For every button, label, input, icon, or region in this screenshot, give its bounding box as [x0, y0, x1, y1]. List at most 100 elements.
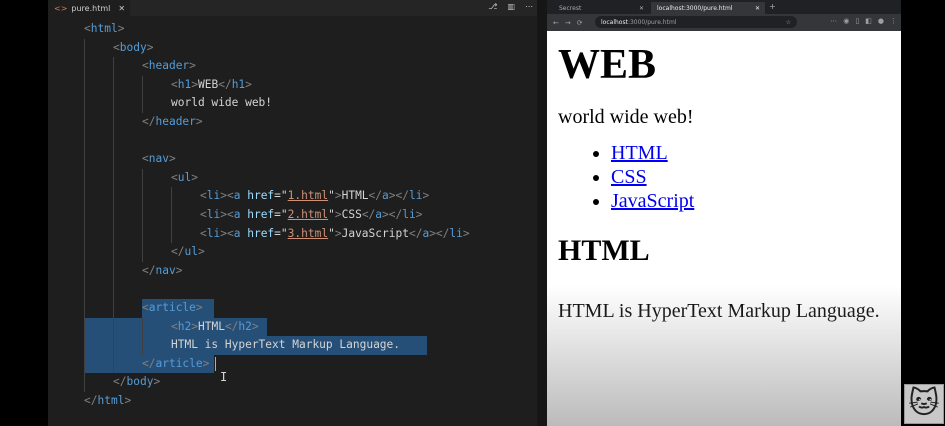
- code-line[interactable]: <body>: [113, 39, 153, 58]
- browser-tab-label: Secrest: [559, 4, 582, 12]
- code-token: >: [245, 77, 252, 91]
- code-token: CSS: [341, 208, 362, 221]
- code-token: =: [274, 226, 281, 240]
- url-host: localhost: [601, 18, 628, 26]
- code-line[interactable]: <h2>HTML</h2>: [171, 318, 259, 337]
- code-token: >: [191, 319, 198, 333]
- link-html[interactable]: HTML: [611, 142, 668, 164]
- close-icon[interactable]: ✕: [118, 4, 125, 13]
- profile-icon[interactable]: ●: [878, 17, 884, 25]
- code-token: ul: [184, 245, 198, 259]
- code-token: >: [153, 375, 161, 389]
- code-token: </: [142, 115, 156, 128]
- code-token: =: [274, 208, 281, 221]
- code-editor[interactable]: <> pure.html ✕ ⎇ ▥ ⋯ <html> <body> <header…: [48, 0, 537, 426]
- code-line[interactable]: </body>: [113, 373, 160, 392]
- code-token: JavaScript: [341, 226, 409, 240]
- code-token: a: [382, 189, 389, 203]
- code-line[interactable]: </nav>: [142, 262, 182, 281]
- split-editor-icon[interactable]: ▥: [507, 2, 515, 11]
- extension-icon[interactable]: ◧: [865, 17, 872, 25]
- indent-guide: [142, 168, 143, 262]
- back-icon[interactable]: ←: [553, 19, 559, 27]
- code-token: >: [202, 356, 210, 370]
- address-bar[interactable]: localhost :3000/pure.html ☆: [595, 16, 797, 28]
- new-tab-button[interactable]: +: [769, 2, 776, 11]
- code-token: header: [155, 115, 196, 128]
- code-line[interactable]: </article>: [142, 355, 209, 374]
- menu-icon[interactable]: ⋮: [890, 17, 897, 25]
- text-cursor: [215, 356, 216, 371]
- code-line[interactable]: <article>: [142, 299, 203, 318]
- right-margin: [901, 0, 945, 426]
- link-javascript[interactable]: JavaScript: [611, 190, 694, 212]
- indent-guide: [142, 317, 143, 355]
- forward-icon[interactable]: →: [565, 19, 571, 27]
- code-token: href: [247, 208, 275, 221]
- code-line[interactable]: <html>: [84, 20, 124, 39]
- source-control-icon[interactable]: ⎇: [488, 2, 497, 11]
- code-token: h2: [238, 319, 252, 333]
- close-icon[interactable]: ✕: [755, 5, 760, 12]
- code-token: >: [195, 301, 203, 314]
- code-token: h1: [231, 77, 246, 91]
- code-token: </: [142, 356, 156, 370]
- code-token: >: [197, 245, 205, 259]
- bookmark-star-icon[interactable]: ☆: [786, 19, 791, 26]
- reload-icon[interactable]: ⟳: [577, 19, 583, 27]
- browser-tab-secrest[interactable]: Secrest ✕: [553, 2, 649, 14]
- code-token: >: [191, 170, 198, 184]
- nav-list: HTML CSS JavaScript: [558, 141, 893, 213]
- code-line[interactable]: <nav>: [142, 150, 176, 169]
- code-line[interactable]: </header>: [142, 113, 203, 132]
- mouse-ibeam-icon: I: [220, 369, 228, 384]
- more-actions-icon[interactable]: ⋯: [525, 2, 533, 11]
- code-token: <: [142, 301, 149, 314]
- extension-icon[interactable]: ⋯: [830, 17, 837, 25]
- code-line[interactable]: <li><a href="1.html">HTML</a></li>: [200, 187, 429, 206]
- code-token: li: [402, 208, 416, 221]
- page-paragraph: world wide web!: [558, 106, 694, 128]
- code-line[interactable]: world wide web!: [171, 94, 272, 113]
- close-icon[interactable]: ✕: [639, 5, 644, 12]
- editor-actions: ⎇ ▥ ⋯: [488, 2, 533, 11]
- indent-guide: [171, 187, 172, 244]
- code-token: ": [280, 208, 288, 221]
- link-css[interactable]: CSS: [611, 166, 647, 188]
- tab-pure-html[interactable]: <> pure.html ✕: [48, 0, 130, 16]
- list-item: CSS: [611, 165, 893, 189]
- code-line[interactable]: </ul>: [171, 243, 205, 262]
- code-token: h1: [177, 77, 192, 91]
- code-token: <: [171, 319, 178, 333]
- code-line[interactable]: </html>: [84, 392, 131, 411]
- extension-icon[interactable]: ▯: [855, 17, 859, 25]
- code-token: ></: [382, 208, 403, 221]
- code-token: nav: [148, 152, 169, 166]
- extension-icon[interactable]: ◉: [843, 17, 849, 25]
- code-line[interactable]: <h1>WEB</h1>: [171, 76, 252, 95]
- code-token: WEB: [197, 77, 219, 91]
- code-token: </: [408, 226, 423, 240]
- tab-label: pure.html: [71, 3, 111, 13]
- browser-tab-localhost[interactable]: localhost:3000/pure.html ✕: [651, 2, 765, 14]
- code-token: href: [247, 189, 275, 203]
- code-token: href: [247, 226, 275, 240]
- code-line[interactable]: <li><a href="2.html">CSS</a></li>: [200, 206, 423, 225]
- code-line[interactable]: HTML is HyperText Markup Language.: [171, 336, 400, 355]
- code-token: </: [84, 394, 98, 407]
- code-token: 1.html: [287, 189, 329, 203]
- browser-window: Secrest ✕ localhost:3000/pure.html ✕ + ←…: [547, 0, 901, 426]
- code-token: </: [113, 375, 127, 389]
- code-line[interactable]: <header>: [142, 57, 196, 76]
- code-token: <: [142, 59, 149, 73]
- code-token: ><: [220, 226, 234, 240]
- code-token: header: [148, 59, 190, 73]
- code-token: <: [142, 152, 149, 166]
- indent-guide: [113, 57, 114, 374]
- code-line[interactable]: <ul>: [171, 169, 198, 188]
- code-token: li: [206, 189, 221, 203]
- code-line[interactable]: <li><a href="3.html">JavaScript</a></li>: [200, 225, 470, 244]
- list-item: HTML: [611, 141, 893, 165]
- rendered-page: WEB world wide web! HTML CSS JavaScript …: [558, 31, 893, 323]
- pane-divider[interactable]: [537, 0, 547, 426]
